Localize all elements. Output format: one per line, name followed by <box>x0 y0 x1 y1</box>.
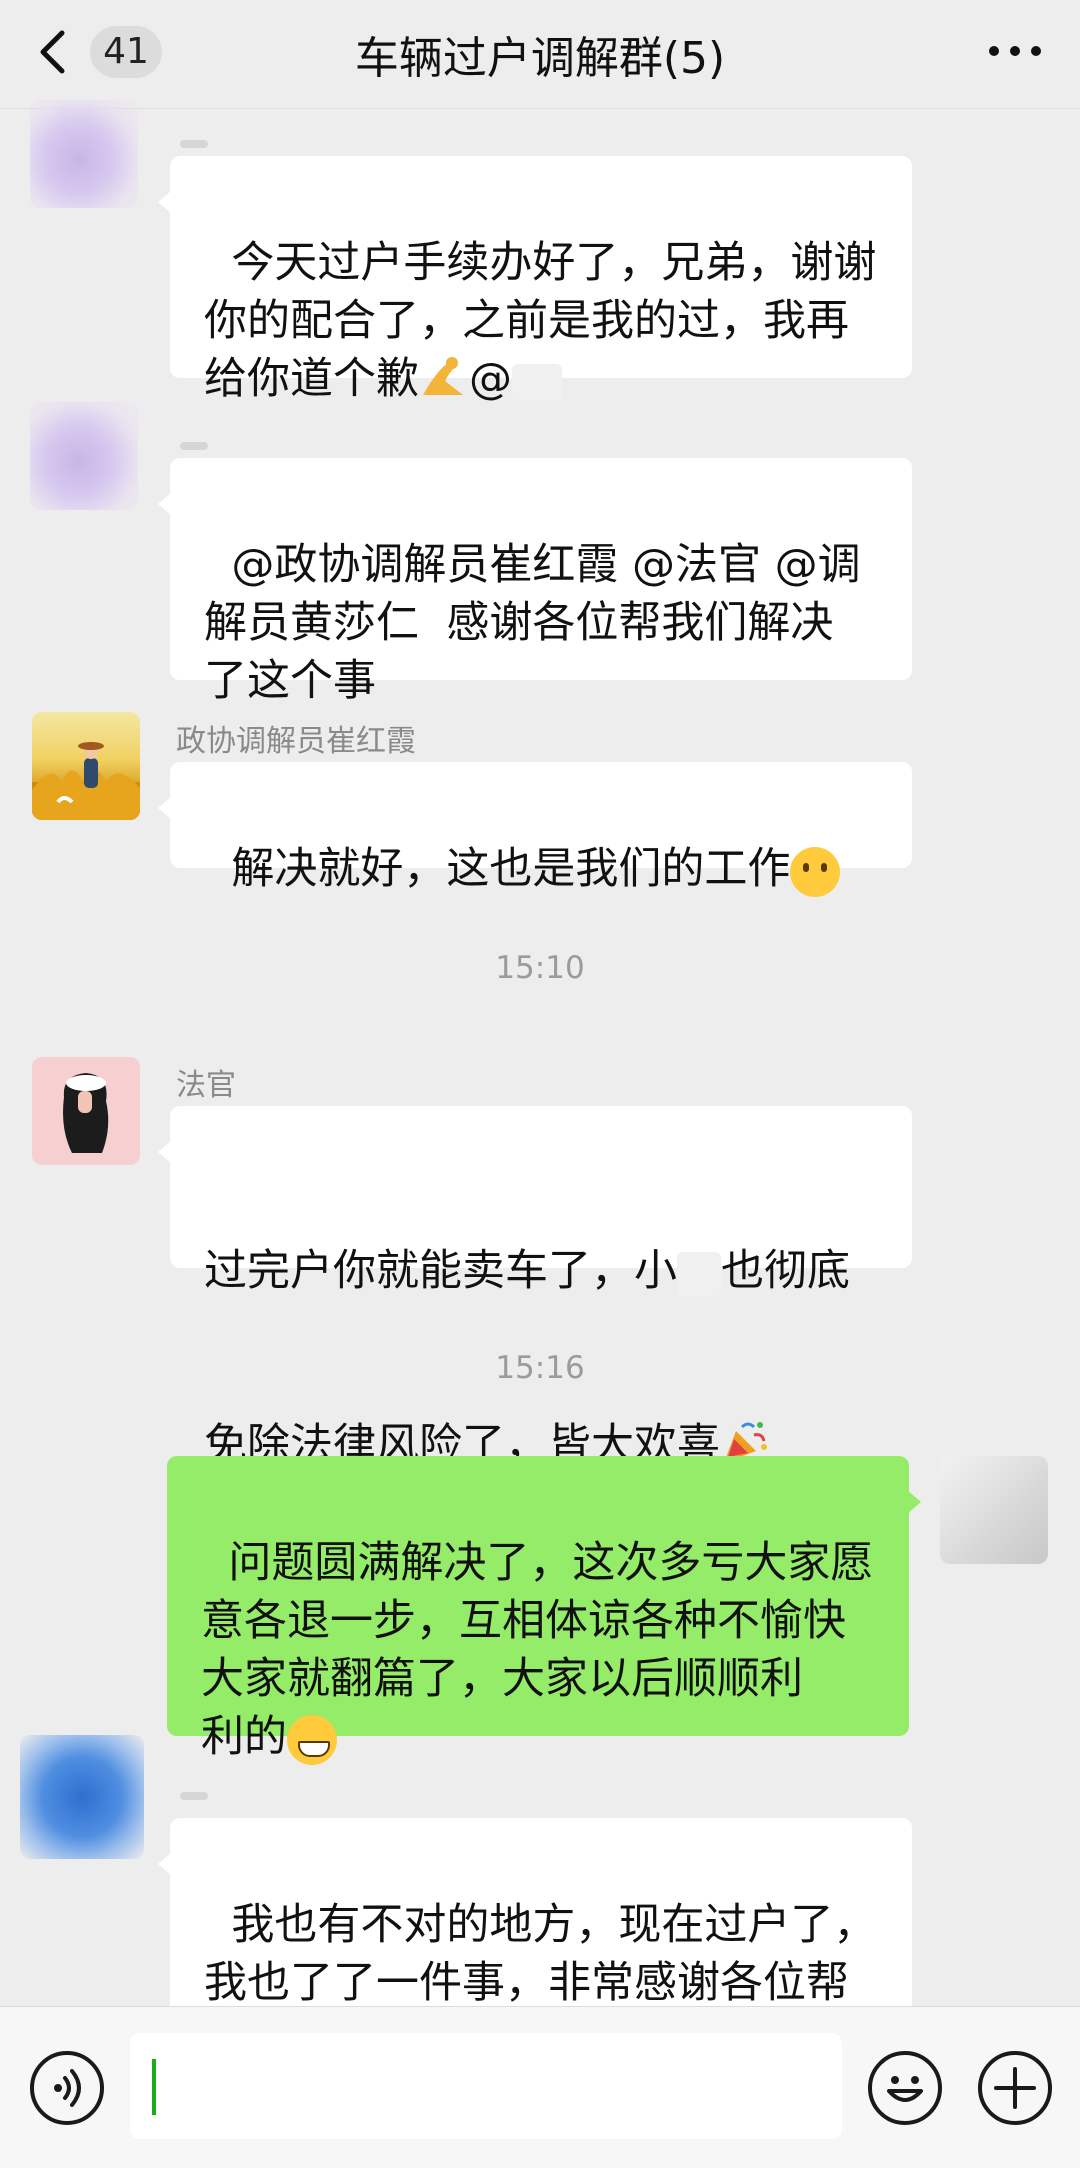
voice-button[interactable] <box>30 2051 104 2125</box>
timestamp: 15:16 <box>495 1350 585 1386</box>
plus-icon <box>994 2067 1036 2109</box>
message-text: @政协调解员崔红霞 @法官 @调 解员黄莎仁 感谢各位帮我们解决 了这个事 <box>204 540 861 706</box>
message-input[interactable] <box>130 2033 842 2139</box>
timestamp: 15:10 <box>495 950 585 986</box>
mention-text: @ <box>469 354 512 404</box>
chat-header: 41 车辆过户调解群(5) <box>0 0 1080 109</box>
message-bubble[interactable]: 过完户你就能卖车了，小 也彻底 免除法律风险了，皆大欢喜 <box>158 1106 912 1470</box>
avatar[interactable] <box>32 712 140 820</box>
message-text-line1a: 过完户你就能卖车了，小 <box>204 1246 677 1296</box>
message-bubble[interactable]: 今天过户手续办好了，兄弟，谢谢 你的配合了，之前是我的过，我再 给你道个歉 @ <box>158 156 912 404</box>
my-message-bubble[interactable]: 问题圆满解决了，这次多亏大家愿 意各退一步，互相体谅各种不愉快 大家就翻篇了，大… <box>167 1456 921 1765</box>
emoji-icon <box>887 2076 923 2102</box>
back-button[interactable]: 41 <box>30 20 165 84</box>
emoji-button[interactable] <box>868 2051 942 2125</box>
avatar[interactable] <box>20 1735 144 1859</box>
avatar[interactable] <box>30 100 138 208</box>
chat-title[interactable]: 车辆过户调解群(5) <box>355 33 725 84</box>
unread-badge: 41 <box>90 26 162 78</box>
bow-emoji-icon <box>423 357 463 395</box>
sender-name-hidden <box>180 442 208 450</box>
input-bar <box>0 2006 1080 2168</box>
avatar-wheat-image <box>32 742 140 820</box>
sender-name-hidden <box>180 140 208 148</box>
message-text: 解决就好，这也是我们的工作 <box>231 844 791 894</box>
avatar[interactable] <box>32 1057 140 1165</box>
voice-icon <box>54 2069 81 2107</box>
sender-name: 法官 <box>176 1068 236 1103</box>
smile-emoji-icon <box>790 846 841 897</box>
message-bubble[interactable]: 解决就好，这也是我们的工作 <box>158 762 912 897</box>
grin-emoji-icon <box>287 1714 337 1765</box>
blurred-name <box>677 1251 721 1296</box>
avatar[interactable] <box>30 402 138 510</box>
message-text-line1b: 也彻底 <box>721 1246 850 1296</box>
plus-button[interactable] <box>978 2051 1052 2125</box>
message-bubble[interactable]: @政协调解员崔红霞 @法官 @调 解员黄莎仁 感谢各位帮我们解决 了这个事 <box>158 458 912 706</box>
chevron-left-icon <box>40 30 65 74</box>
my-avatar[interactable] <box>940 1456 1048 1564</box>
blurred-name <box>512 363 562 400</box>
text-cursor <box>152 2059 156 2115</box>
avatar-girl-image <box>63 1073 109 1153</box>
sender-name: 政协调解员崔红霞 <box>176 724 416 759</box>
sender-name-hidden <box>180 1792 208 1800</box>
more-dots-icon <box>989 46 1041 56</box>
more-button[interactable] <box>980 26 1050 76</box>
